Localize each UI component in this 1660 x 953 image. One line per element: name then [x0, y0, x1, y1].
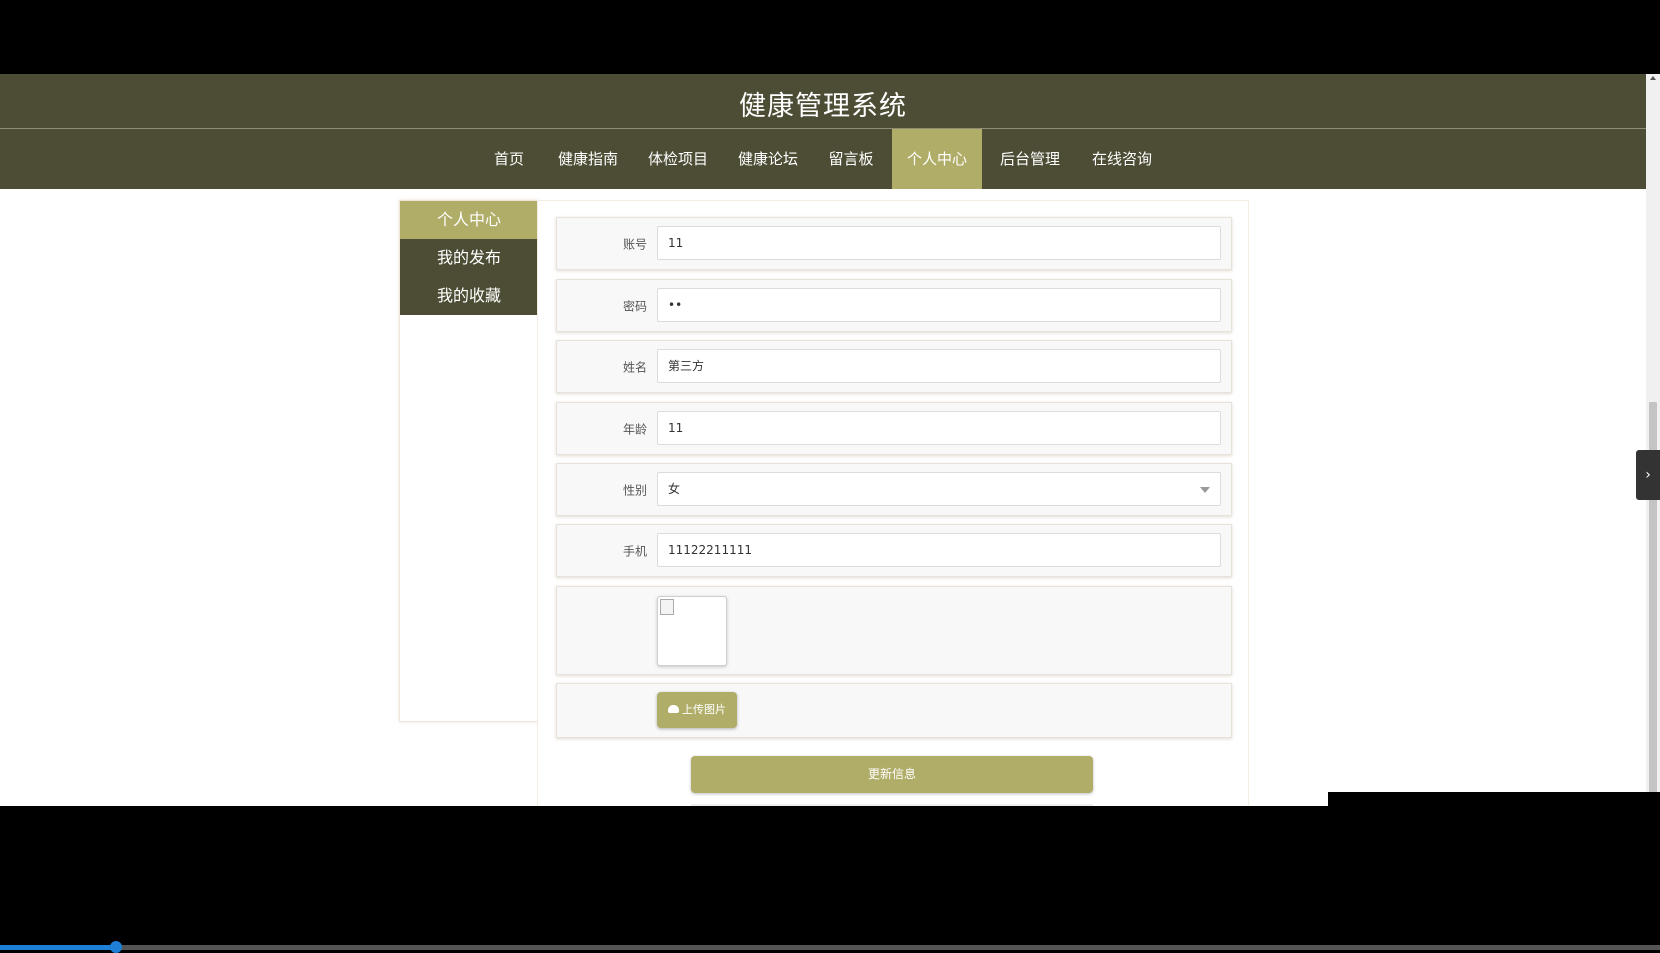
user-sidebar: 个人中心 我的发布 我的收藏: [399, 200, 539, 722]
upload-image-button[interactable]: 上传图片: [657, 692, 737, 728]
form-row-avatar: [556, 586, 1232, 675]
video-progress-bar[interactable]: [0, 941, 1660, 953]
nav-item-home[interactable]: 首页: [478, 129, 540, 189]
form-row-password: 密码 ••: [556, 279, 1232, 332]
nav-item-checkup-items[interactable]: 体检项目: [640, 129, 716, 189]
side-panel-toggle[interactable]: ›: [1636, 450, 1660, 500]
upload-button-label: 上传图片: [682, 703, 726, 716]
name-input[interactable]: 第三方: [657, 349, 1221, 383]
phone-input[interactable]: 11122211111: [657, 533, 1221, 567]
password-label: 密码: [622, 299, 647, 313]
nav-item-health-forum[interactable]: 健康论坛: [730, 129, 806, 189]
update-info-button[interactable]: 更新信息: [691, 756, 1093, 793]
age-input[interactable]: 11: [657, 411, 1221, 445]
divider: [691, 804, 1093, 806]
nav-item-admin[interactable]: 后台管理: [992, 129, 1068, 189]
form-row-upload: 上传图片: [556, 683, 1232, 738]
nav-item-personal-center[interactable]: 个人中心: [892, 129, 982, 189]
form-row-phone: 手机 11122211111: [556, 524, 1232, 577]
nav-item-online-consult[interactable]: 在线咨询: [1084, 129, 1160, 189]
form-row-gender: 性别 女: [556, 463, 1232, 516]
page-scrollbar[interactable]: [1646, 74, 1660, 806]
form-row-name: 姓名 第三方: [556, 340, 1232, 393]
account-input[interactable]: 11: [657, 226, 1221, 260]
site-title: 健康管理系统: [739, 91, 907, 122]
age-label: 年龄: [622, 422, 647, 436]
overlay-bar: [1328, 792, 1660, 806]
cloud-upload-icon: [668, 705, 679, 713]
broken-image-icon: [660, 599, 674, 615]
password-input[interactable]: ••: [657, 288, 1221, 322]
gender-select-value: 女: [668, 482, 681, 496]
gender-label: 性别: [622, 483, 647, 497]
chevron-down-icon: [1200, 487, 1210, 493]
name-label: 姓名: [622, 360, 647, 374]
sidebar-item-personal-center[interactable]: 个人中心: [400, 201, 538, 239]
avatar-image: [657, 596, 727, 666]
site-header: 健康管理系统: [0, 74, 1646, 129]
sidebar-item-my-posts[interactable]: 我的发布: [400, 239, 538, 277]
main-navbar: 首页 健康指南 体检项目 健康论坛 留言板 个人中心 后台管理 在线咨询: [0, 129, 1646, 189]
sidebar-item-my-favorites[interactable]: 我的收藏: [400, 277, 538, 315]
nav-item-health-guide[interactable]: 健康指南: [550, 129, 626, 189]
video-progress-fill: [0, 945, 116, 950]
form-row-account: 账号 11: [556, 217, 1232, 270]
browser-viewport: 健康管理系统 首页 健康指南 体检项目 健康论坛 留言板 个人中心 后台管理 在…: [0, 74, 1660, 806]
form-row-age: 年龄 11: [556, 402, 1232, 455]
account-label: 账号: [622, 237, 647, 251]
phone-label: 手机: [622, 544, 647, 558]
nav-item-message-board[interactable]: 留言板: [820, 129, 882, 189]
chevron-right-icon: ›: [1645, 467, 1651, 483]
scroll-up-arrow-icon[interactable]: [1650, 76, 1656, 80]
profile-form: 账号 11 密码 •• 姓名 第三方 年龄 11 性别 女 手机 1112221…: [537, 200, 1249, 806]
video-progress-knob[interactable]: [110, 941, 122, 953]
gender-select[interactable]: 女: [657, 472, 1221, 506]
